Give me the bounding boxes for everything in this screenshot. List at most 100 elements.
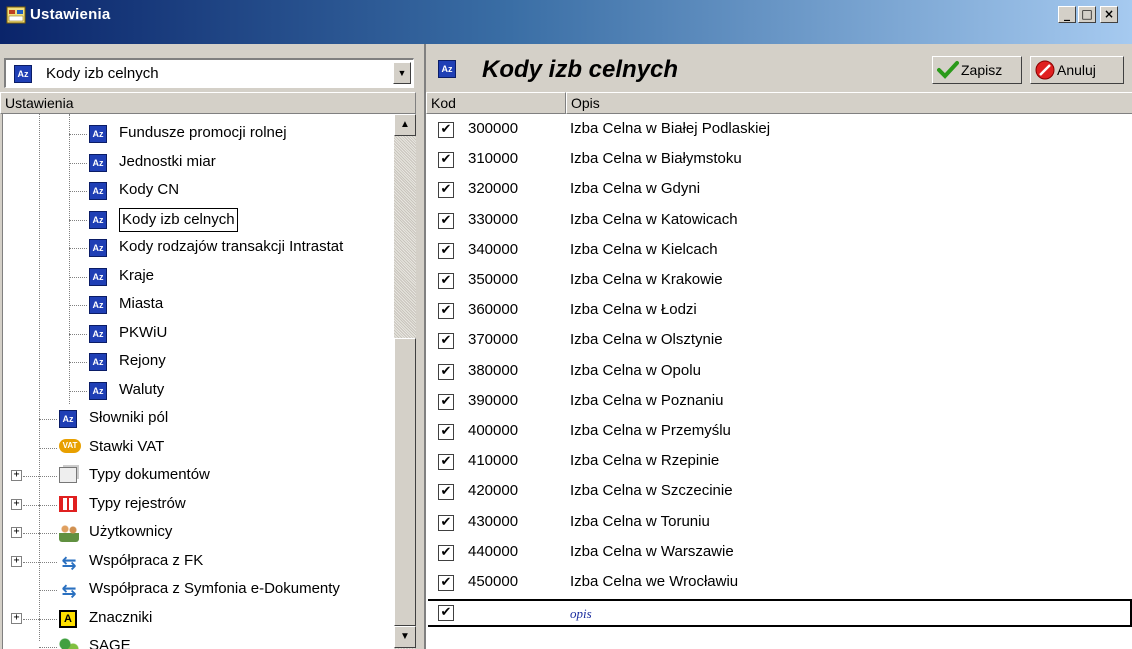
active-checkbox[interactable]: ✔ — [438, 575, 454, 591]
tree-scrollbar[interactable]: ▲ ▼ — [394, 114, 416, 649]
tree-item[interactable]: + Typy dokumentów — [3, 464, 393, 490]
tree-item[interactable]: Az Waluty — [3, 379, 393, 405]
expand-icon[interactable]: + — [11, 527, 22, 538]
opis-cell[interactable]: Izba Celna w Białej Podlaskiej — [570, 120, 770, 137]
active-checkbox[interactable]: ✔ — [438, 454, 454, 471]
tree-item[interactable]: Az Rejony — [3, 350, 393, 376]
active-checkbox[interactable]: ✔ — [438, 393, 454, 410]
close-button[interactable]: × — [1100, 6, 1118, 23]
kod-cell[interactable]: 370000 — [468, 331, 518, 348]
tree-item[interactable]: Az Miasta — [3, 293, 393, 319]
opis-cell[interactable]: Izba Celna w Poznaniu — [570, 392, 723, 409]
save-button[interactable]: Zapisz — [932, 56, 1022, 84]
table-row[interactable]: ✔ 330000 Izba Celna w Katowicach — [428, 207, 1132, 237]
tree-item[interactable]: VAT Stawki VAT — [3, 436, 393, 462]
expand-icon[interactable]: + — [11, 612, 22, 624]
active-checkbox[interactable]: ✔ — [438, 303, 454, 320]
opis-cell[interactable]: Izba Celna w Toruniu — [570, 513, 710, 530]
minimize-button[interactable]: _ — [1058, 6, 1076, 23]
table-row[interactable]: ✔ 420000 Izba Celna w Szczecinie — [428, 478, 1132, 508]
cancel-button[interactable]: Anuluj — [1030, 56, 1124, 84]
scroll-down-icon[interactable]: ▼ — [394, 626, 416, 648]
tree-item[interactable]: + A Znaczniki — [3, 607, 393, 633]
table-row[interactable]: ✔ 300000 Izba Celna w Białej Podlaskiej — [428, 116, 1132, 146]
kod-cell[interactable]: 320000 — [468, 180, 518, 197]
active-checkbox[interactable]: ✔ — [438, 484, 454, 501]
opis-cell[interactable]: Izba Celna w Łodzi — [570, 301, 697, 318]
table-row[interactable]: ✔ 360000 Izba Celna w Łodzi — [428, 297, 1132, 327]
kod-cell[interactable]: 440000 — [468, 543, 518, 560]
active-checkbox[interactable]: ✔ — [438, 182, 454, 199]
expand-icon[interactable]: + — [11, 555, 22, 567]
kod-cell[interactable]: 350000 — [468, 271, 518, 288]
opis-cell[interactable]: Izba Celna w Przemyślu — [570, 422, 731, 439]
opis-cell[interactable]: Izba Celna w Białymstoku — [570, 150, 742, 167]
settings-combo[interactable]: Az Kody izb celnych ▼ — [4, 58, 414, 88]
opis-cell[interactable]: Izba Celna w Opolu — [570, 362, 701, 379]
table-row[interactable]: ✔ 350000 Izba Celna w Krakowie — [428, 267, 1132, 297]
table-row[interactable]: ✔ 310000 Izba Celna w Białymstoku — [428, 146, 1132, 176]
tree-item[interactable]: SAGE — [3, 635, 393, 649]
tree-item[interactable]: Az Kraje — [3, 265, 393, 291]
tree-item[interactable]: Az PKWiU — [3, 322, 393, 348]
active-checkbox[interactable]: ✔ — [438, 544, 454, 561]
tree-item[interactable]: + ⇆ Współpraca z FK — [3, 550, 393, 576]
tree-item[interactable]: Az Kody CN — [3, 179, 393, 205]
kod-cell[interactable]: 430000 — [468, 513, 518, 530]
tree-item[interactable]: ⇆ Współpraca z Symfonia e-Dokumenty — [3, 578, 393, 604]
new-row-checkbox[interactable]: ✔ — [438, 605, 454, 622]
opis-cell[interactable]: Izba Celna w Rzepinie — [570, 452, 719, 469]
tree-item[interactable]: Az Fundusze promocji rolnej — [3, 122, 393, 148]
scroll-thumb[interactable] — [394, 338, 416, 626]
table-row[interactable]: ✔ 440000 Izba Celna w Warszawie — [428, 539, 1132, 569]
active-checkbox[interactable]: ✔ — [438, 242, 454, 259]
opis-cell[interactable]: Izba Celna w Gdyni — [570, 180, 700, 197]
tree-item[interactable]: Az Jednostki miar — [3, 151, 393, 177]
expand-icon[interactable]: + — [11, 470, 22, 481]
table-row[interactable]: ✔ 370000 Izba Celna w Olsztynie — [428, 327, 1132, 357]
tree-item[interactable]: Az Kody izb celnych — [3, 207, 393, 234]
kod-cell[interactable]: 380000 — [468, 362, 518, 379]
maximize-button[interactable]: □ — [1078, 6, 1096, 23]
opis-cell[interactable]: Izba Celna w Krakowie — [570, 271, 723, 288]
table-row[interactable]: ✔ 450000 Izba Celna we Wrocławiu — [428, 569, 1132, 599]
active-checkbox[interactable]: ✔ — [438, 514, 454, 531]
new-row[interactable]: ✔ opis — [428, 599, 1132, 628]
active-checkbox[interactable]: ✔ — [438, 152, 454, 169]
kod-cell[interactable]: 360000 — [468, 301, 518, 318]
kod-cell[interactable]: 420000 — [468, 482, 518, 499]
kod-cell[interactable]: 450000 — [468, 573, 518, 590]
table-row[interactable]: ✔ 380000 Izba Celna w Opolu — [428, 358, 1132, 388]
opis-cell[interactable]: Izba Celna w Warszawie — [570, 543, 734, 560]
opis-placeholder[interactable]: opis — [570, 606, 592, 622]
kod-cell[interactable]: 340000 — [468, 241, 518, 258]
opis-cell[interactable]: Izba Celna w Katowicach — [570, 211, 738, 228]
active-checkbox[interactable]: ✔ — [438, 212, 454, 229]
active-checkbox[interactable]: ✔ — [438, 273, 454, 289]
active-checkbox[interactable]: ✔ — [438, 333, 454, 350]
chevron-down-icon[interactable]: ▼ — [393, 62, 411, 84]
active-checkbox[interactable]: ✔ — [438, 122, 454, 138]
scroll-up-icon[interactable]: ▲ — [394, 114, 416, 136]
expand-icon[interactable]: + — [11, 498, 22, 510]
table-row[interactable]: ✔ 410000 Izba Celna w Rzepinie — [428, 448, 1132, 478]
opis-cell[interactable]: Izba Celna w Olsztynie — [570, 331, 723, 348]
kod-cell[interactable]: 330000 — [468, 211, 518, 228]
tree-item[interactable]: Az Słowniki pól — [3, 407, 393, 433]
kod-cell[interactable]: 300000 — [468, 120, 518, 137]
opis-cell[interactable]: Izba Celna w Szczecinie — [570, 482, 733, 499]
active-checkbox[interactable]: ✔ — [438, 424, 454, 440]
tree-item[interactable]: Az Kody rodzajów transakcji Intrastat — [3, 236, 393, 262]
tree-item[interactable]: + Użytkownicy — [3, 521, 393, 547]
column-header-kod[interactable]: Kod — [426, 92, 566, 114]
table-row[interactable]: ✔ 390000 Izba Celna w Poznaniu — [428, 388, 1132, 418]
opis-cell[interactable]: Izba Celna w Kielcach — [570, 241, 718, 258]
tree-item[interactable]: + Typy rejestrów — [3, 493, 393, 519]
kod-cell[interactable]: 400000 — [468, 422, 518, 439]
table-row[interactable]: ✔ 320000 Izba Celna w Gdyni — [428, 176, 1132, 206]
kod-cell[interactable]: 310000 — [468, 150, 518, 167]
table-row[interactable]: ✔ 340000 Izba Celna w Kielcach — [428, 237, 1132, 267]
opis-cell[interactable]: Izba Celna we Wrocławiu — [570, 573, 738, 590]
table-row[interactable]: ✔ 400000 Izba Celna w Przemyślu — [428, 418, 1132, 448]
column-header-opis[interactable]: Opis — [566, 92, 1132, 114]
